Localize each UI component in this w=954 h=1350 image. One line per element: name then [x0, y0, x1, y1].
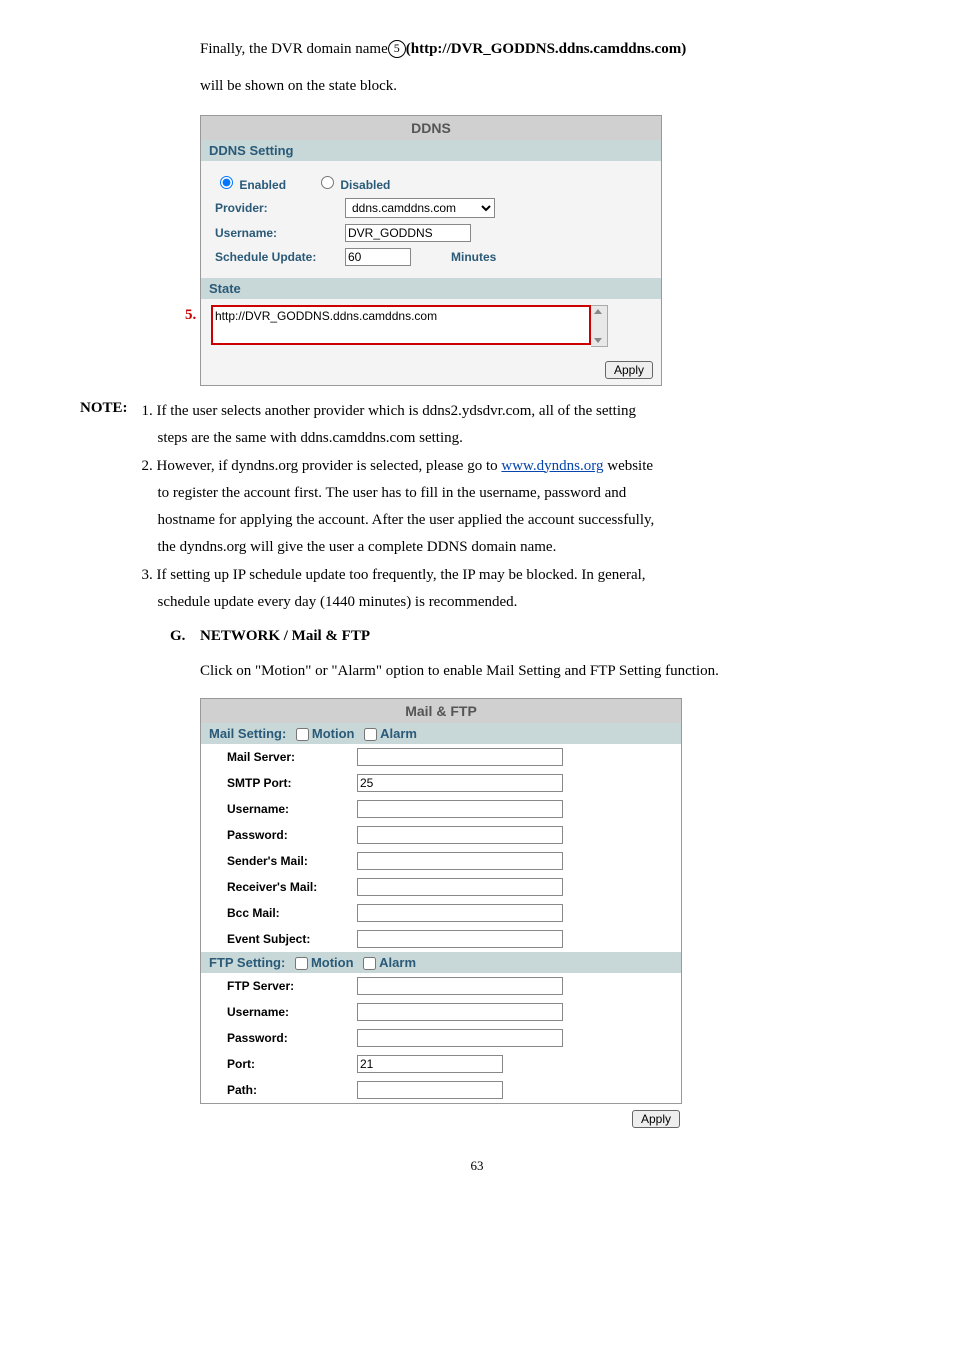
- ftp-setting-header: FTP Setting: Motion Alarm: [201, 952, 681, 973]
- section-g-body: Click on "Motion" or "Alarm" option to e…: [200, 660, 874, 683]
- mail-server-input[interactable]: [357, 748, 563, 766]
- section-g-letter: G.: [170, 628, 200, 645]
- bcc-mail-label: Bcc Mail:: [207, 906, 357, 920]
- scrollbar-stub[interactable]: [591, 305, 608, 347]
- state-header: State: [201, 278, 661, 299]
- ftp-path-label: Path:: [207, 1083, 357, 1097]
- mail-motion-checkbox[interactable]: [296, 728, 309, 741]
- ddns-panel: DDNS DDNS Setting Enabled Disabled Provi…: [200, 115, 662, 386]
- receivers-mail-label: Receiver's Mail:: [207, 880, 357, 894]
- receivers-mail-input[interactable]: [357, 878, 563, 896]
- ftp-password-label: Password:: [207, 1031, 357, 1045]
- dyndns-link[interactable]: www.dyndns.org: [501, 458, 603, 474]
- mail-password-input[interactable]: [357, 826, 563, 844]
- bcc-mail-input[interactable]: [357, 904, 563, 922]
- page-number: 63: [80, 1158, 874, 1174]
- note-item2-l3: hostname for applying the account. After…: [158, 509, 655, 532]
- intro-line-2: will be shown on the state block.: [200, 78, 874, 95]
- mail-server-label: Mail Server:: [207, 750, 357, 764]
- mail-username-label: Username:: [207, 802, 357, 816]
- disabled-radio-label[interactable]: Disabled: [316, 173, 390, 192]
- smtp-port-input[interactable]: [357, 774, 563, 792]
- ftp-server-label: FTP Server:: [207, 979, 357, 993]
- senders-mail-label: Sender's Mail:: [207, 854, 357, 868]
- ftp-alarm-checkbox[interactable]: [363, 957, 376, 970]
- mailftp-title: Mail & FTP: [201, 699, 681, 723]
- event-subject-label: Event Subject:: [207, 932, 357, 946]
- mail-password-label: Password:: [207, 828, 357, 842]
- note-label: NOTE:: [80, 400, 128, 618]
- enabled-radio-label[interactable]: Enabled: [215, 173, 286, 192]
- mail-setting-header: Mail Setting: Motion Alarm: [201, 723, 681, 744]
- note-item2-l4: the dyndns.org will give the user a comp…: [158, 536, 655, 559]
- minutes-label: Minutes: [451, 250, 496, 264]
- note-item1-l2: steps are the same with ddns.camddns.com…: [158, 427, 655, 450]
- ftp-username-input[interactable]: [357, 1003, 563, 1021]
- provider-select[interactable]: ddns.camddns.com: [345, 198, 495, 218]
- mailftp-panel: Mail & FTP Mail Setting: Motion Alarm Ma…: [200, 698, 682, 1104]
- disabled-radio[interactable]: [321, 176, 334, 189]
- ddns-setting-header: DDNS Setting: [201, 140, 661, 161]
- smtp-port-label: SMTP Port:: [207, 776, 357, 790]
- intro-line-1: Finally, the DVR domain name5(http://DVR…: [200, 40, 874, 58]
- note-item3-l1: 3. If setting up IP schedule update too …: [142, 564, 655, 587]
- ddns-title: DDNS: [201, 116, 661, 140]
- schedule-input[interactable]: [345, 248, 411, 266]
- schedule-label: Schedule Update:: [215, 250, 345, 264]
- username-input[interactable]: [345, 224, 471, 242]
- provider-label: Provider:: [215, 201, 345, 215]
- section-g-header: G. NETWORK / Mail & FTP: [170, 628, 874, 645]
- username-label: Username:: [215, 226, 345, 240]
- note-body: 1. If the user selects another provider …: [142, 400, 655, 618]
- note-item2-l1: 2. However, if dyndns.org provider is se…: [142, 455, 655, 478]
- intro-prefix: Finally, the DVR domain name: [200, 41, 388, 57]
- ftp-port-input[interactable]: [357, 1055, 503, 1073]
- ddns-body: Enabled Disabled Provider: ddns.camddns.…: [201, 161, 661, 278]
- note-block: NOTE: 1. If the user selects another pro…: [80, 400, 874, 618]
- enabled-radio[interactable]: [220, 176, 233, 189]
- ddns-apply-button[interactable]: Apply: [605, 361, 653, 379]
- mail-alarm-checkbox[interactable]: [364, 728, 377, 741]
- ftp-port-label: Port:: [207, 1057, 357, 1071]
- senders-mail-input[interactable]: [357, 852, 563, 870]
- ftp-motion-checkbox[interactable]: [295, 957, 308, 970]
- circled-five: 5: [388, 40, 406, 58]
- event-subject-input[interactable]: [357, 930, 563, 948]
- marker-5: 5.: [185, 307, 196, 324]
- note-item2-l2: to register the account first. The user …: [158, 482, 655, 505]
- mailftp-apply-button[interactable]: Apply: [632, 1110, 680, 1128]
- state-area: 5. http://DVR_GODDNS.ddns.camddns.com: [201, 299, 661, 357]
- ftp-path-input[interactable]: [357, 1081, 503, 1099]
- note-item3-l2: schedule update every day (1440 minutes)…: [158, 591, 655, 614]
- mail-username-input[interactable]: [357, 800, 563, 818]
- ftp-server-input[interactable]: [357, 977, 563, 995]
- intro-suffix: (http://DVR_GODDNS.ddns.camddns.com): [406, 41, 686, 57]
- section-g-title: NETWORK / Mail & FTP: [200, 628, 370, 645]
- ftp-username-label: Username:: [207, 1005, 357, 1019]
- note-item1-l1: 1. If the user selects another provider …: [142, 400, 655, 423]
- ftp-password-input[interactable]: [357, 1029, 563, 1047]
- state-textarea[interactable]: http://DVR_GODDNS.ddns.camddns.com: [211, 305, 591, 345]
